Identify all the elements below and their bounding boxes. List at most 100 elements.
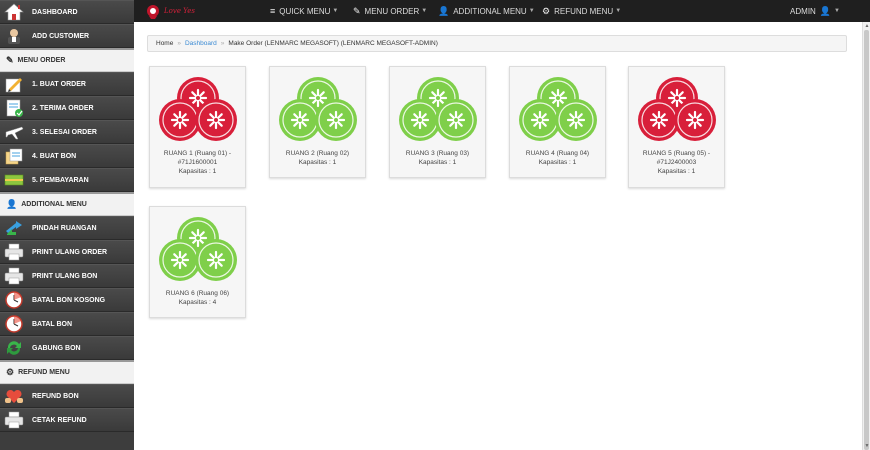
sidebar-header-refund-menu[interactable]: ⚙ REFUND MENU [0, 360, 134, 384]
sidebar-item-pindah-ruangan[interactable]: PINDAH RUANGAN [0, 216, 134, 240]
sidebar-item-2-terima-order[interactable]: 2. TERIMA ORDER [0, 96, 134, 120]
sidebar-item-label: DASHBOARD [32, 8, 78, 16]
sidebar-item-5-pembayaran[interactable]: 5. PEMBAYARAN [0, 168, 134, 192]
sidebar-item-1-buat-order[interactable]: 1. BUAT ORDER [0, 72, 134, 96]
room-card[interactable]: RUANG 1 (Ruang 01) - #71J1600001 Kapasita… [149, 66, 246, 188]
sidebar-item-label: ADD CUSTOMER [32, 32, 90, 40]
airplane-icon [0, 121, 28, 143]
room-card[interactable]: RUANG 4 (Ruang 04) Kapasitas : 1 [509, 66, 606, 178]
sidebar-header-additional-menu[interactable]: 👤 ADDITIONAL MENU [0, 192, 134, 216]
room-name: RUANG 2 (Ruang 02) [285, 150, 350, 157]
sidebar-item-dashboard[interactable]: DASHBOARD [0, 0, 134, 24]
sidebar-item-cetak-refund[interactable]: CETAK REFUND [0, 408, 134, 432]
transfer-arrows-icon [0, 217, 28, 239]
room-occupied-icon [150, 75, 245, 145]
sidebar-item-label: 2. TERIMA ORDER [32, 104, 94, 112]
additional-menu-label: ADDITIONAL MENU [453, 6, 527, 16]
sidebar-item-label: BATAL BON [32, 320, 73, 328]
sidebar-item-batal-bon[interactable]: BATAL BON [0, 312, 134, 336]
home-icon [0, 1, 28, 23]
sidebar: DASHBOARD ADD CUSTOMER ✎ MENU ORDER 1. BUAT … [0, 0, 134, 450]
sidebar-item-3-selesai-order[interactable]: 3. SELESAI ORDER [0, 120, 134, 144]
admin-user-menu[interactable]: ADMIN 👤 ▼ [790, 0, 840, 22]
sidebar-item-add-customer[interactable]: ADD CUSTOMER [0, 24, 134, 48]
sidebar-item-batal-bon-kosong[interactable]: BATAL BON KOSONG [0, 288, 134, 312]
app-logo[interactable]: Love Yes [146, 1, 195, 21]
room-occupied-icon [629, 75, 724, 145]
sidebar-header-menu-order[interactable]: ✎ MENU ORDER [0, 48, 134, 72]
room-card[interactable]: RUANG 5 (Ruang 05) - #71J2400003 Kapasita… [628, 66, 725, 188]
room-available-icon [150, 215, 245, 285]
breadcrumb-separator: » [220, 40, 225, 47]
chevron-down-icon: ▼ [615, 8, 622, 14]
sidebar-item-print-ulang-order[interactable]: PRINT ULANG ORDER [0, 240, 134, 264]
sidebar-item-label: PRINT ULANG BON [32, 272, 98, 280]
clock-icon [0, 289, 28, 311]
sidebar-item-label: PINDAH RUANGAN [32, 224, 97, 232]
refund-icon: ⚙ [542, 5, 551, 16]
scroll-up-icon[interactable]: ▲ [863, 22, 870, 30]
refund-menu[interactable]: ⚙ REFUND MENU ▼ [542, 0, 621, 22]
hamburger-icon: ≡ [270, 6, 276, 16]
checklist-icon [0, 97, 28, 119]
money-icon [0, 169, 28, 191]
room-name: RUANG 1 (Ruang 01) - #71J1600001 [163, 150, 232, 166]
room-available-icon [390, 75, 485, 145]
sidebar-item-refund-bon[interactable]: REFUND BON [0, 384, 134, 408]
refresh-icon [0, 337, 28, 359]
refund-menu-label: REFUND MENU [554, 6, 614, 16]
heart-hands-icon [0, 385, 28, 407]
sidebar-header-label: REFUND MENU [18, 369, 70, 376]
additional-menu[interactable]: 👤 ADDITIONAL MENU ▼ [438, 0, 535, 22]
room-capacity: Kapasitas : 1 [418, 159, 457, 166]
sidebar-item-print-ulang-bon[interactable]: PRINT ULANG BON [0, 264, 134, 288]
edit-icon: ✎ [353, 5, 361, 16]
sidebar-item-label: PRINT ULANG ORDER [32, 248, 108, 256]
menu-order[interactable]: ✎ MENU ORDER ▼ [353, 0, 427, 22]
menu-order-label: MENU ORDER [364, 6, 420, 16]
sidebar-item-label: 4. BUAT BON [32, 152, 77, 160]
chevron-down-icon: ▼ [332, 8, 339, 14]
sidebar-item-gabung-bon[interactable]: GABUNG BON [0, 336, 134, 360]
breadcrumb-separator: » [177, 40, 181, 47]
printer-icon [0, 265, 28, 287]
printer-icon [0, 241, 28, 263]
chevron-down-icon: ▼ [421, 8, 428, 14]
breadcrumb-current: Make Order (LENMARC MEGASOFT) (LENMARC M… [228, 40, 438, 47]
vertical-scrollbar[interactable]: ▲ ▼ [862, 22, 870, 450]
documents-icon [0, 145, 28, 167]
room-capacity: Kapasitas : 4 [178, 299, 217, 306]
room-name: RUANG 4 (Ruang 04) [525, 150, 590, 157]
pencil-icon [0, 73, 28, 95]
room-name: RUANG 6 (Ruang 06) [165, 290, 230, 297]
sidebar-item-label: BATAL BON KOSONG [32, 296, 106, 304]
scrollbar-thumb[interactable] [864, 30, 869, 450]
sidebar-header-label: MENU ORDER [17, 57, 66, 64]
room-available-icon [510, 75, 605, 145]
breadcrumb-home[interactable]: Home [156, 40, 173, 47]
chevron-down-icon: ▼ [834, 8, 840, 14]
room-card[interactable]: RUANG 3 (Ruang 03) Kapasitas : 1 [389, 66, 486, 178]
room-capacity: Kapasitas : 1 [657, 168, 696, 175]
edit-icon: ✎ [6, 55, 14, 65]
printer-icon [0, 409, 28, 431]
quick-menu[interactable]: ≡ QUICK MENU ▼ [270, 0, 338, 22]
sidebar-header-label: ADDITIONAL MENU [21, 201, 87, 208]
room-capacity: Kapasitas : 1 [538, 159, 577, 166]
breadcrumb-dashboard[interactable]: Dashboard [185, 40, 217, 47]
user-icon [0, 25, 28, 47]
room-card[interactable]: RUANG 6 (Ruang 06) Kapasitas : 4 [149, 206, 246, 318]
sidebar-item-4-buat-bon[interactable]: 4. BUAT BON [0, 144, 134, 168]
clock-icon [0, 313, 28, 335]
sidebar-item-label: CETAK REFUND [32, 416, 87, 424]
breadcrumb: Home » Dashboard » Make Order (LENMARC M… [147, 35, 847, 52]
scroll-down-icon[interactable]: ▼ [863, 442, 870, 450]
user-plus-icon: 👤 [6, 199, 18, 209]
user-icon: 👤 [819, 5, 832, 16]
refund-icon: ⚙ [6, 367, 15, 377]
room-name: RUANG 5 (Ruang 05) - #71J2400003 [642, 150, 711, 166]
room-card[interactable]: RUANG 2 (Ruang 02) Kapasitas : 1 [269, 66, 366, 178]
top-navbar: Love Yes ≡ QUICK MENU ▼ ✎ MENU ORDER ▼ 👤… [134, 0, 870, 22]
logo-text: Love Yes [164, 7, 195, 15]
room-capacity: Kapasitas : 1 [298, 159, 337, 166]
